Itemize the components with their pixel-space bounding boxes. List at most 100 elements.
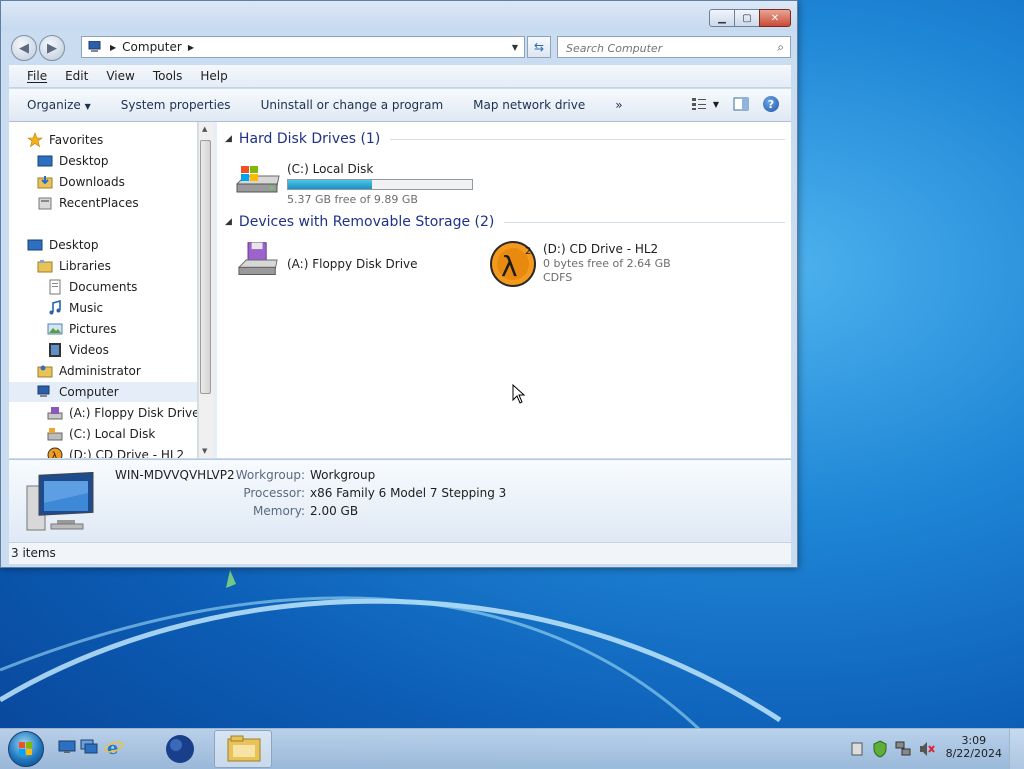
floppy-drive-icon — [238, 242, 278, 275]
nav-videos-label: Videos — [69, 343, 109, 357]
nav-local-disk-label: (C:) Local Disk — [69, 427, 156, 441]
nav-pictures[interactable]: Pictures — [47, 319, 117, 339]
forward-button[interactable]: ▶ — [39, 35, 65, 61]
clock-time: 3:09 — [961, 734, 987, 747]
network-icon[interactable] — [894, 740, 912, 758]
security-shield-icon[interactable] — [872, 740, 888, 758]
navigation-scrollbar[interactable]: ▲ ▼ — [198, 122, 213, 458]
system-properties-button[interactable]: System properties — [121, 98, 231, 112]
scroll-down-icon[interactable]: ▼ — [202, 447, 207, 455]
uninstall-program-button[interactable]: Uninstall or change a program — [261, 98, 444, 112]
search-input[interactable] — [564, 38, 768, 58]
more-commands-button[interactable]: » — [615, 98, 622, 112]
view-options-icon[interactable] — [691, 97, 707, 111]
nav-recent-places[interactable]: RecentPlaces — [37, 193, 139, 213]
menu-tools[interactable]: Tools — [153, 69, 183, 83]
drive-d-free-space: 0 bytes free of 2.64 GB — [543, 257, 671, 270]
nav-favorites[interactable]: Favorites — [27, 130, 103, 150]
nav-videos[interactable]: Videos — [47, 340, 109, 360]
group-header-hard-disks[interactable]: ◢ Hard Disk Drives (1) — [225, 131, 785, 147]
computer-icon — [37, 385, 50, 397]
taskbar: e 3:09 8/22/2024 — [0, 728, 1024, 769]
breadcrumb-computer[interactable]: Computer — [122, 40, 182, 54]
taskbar-explorer-button[interactable] — [214, 730, 272, 768]
navigation-pane: Favorites Desktop Downloads RecentPlaces… — [9, 122, 197, 458]
wallpaper-swoosh — [0, 570, 782, 732]
drive-tile-c[interactable]: (C:) Local Disk 5.37 GB free of 9.89 GB — [233, 158, 473, 206]
collapse-icon[interactable]: ◢ — [225, 134, 232, 144]
organize-button[interactable]: Organize ▼ — [27, 98, 91, 112]
internet-explorer-icon[interactable]: e — [104, 737, 124, 757]
drive-d-name: (D:) CD Drive - HL2 — [543, 242, 659, 256]
drive-tile-a[interactable]: (A:) Floppy Disk Drive — [233, 240, 418, 280]
system-clock[interactable]: 3:09 8/22/2024 — [946, 734, 1002, 760]
nav-favorites-label: Favorites — [49, 133, 104, 147]
collapse-icon[interactable]: ◢ — [225, 217, 232, 227]
maximize-button[interactable]: ▢ — [734, 9, 760, 27]
pictures-icon — [47, 323, 63, 335]
nav-music[interactable]: Music — [47, 298, 103, 318]
nav-documents[interactable]: Documents — [47, 277, 137, 297]
forward-arrow-icon: ▶ — [47, 40, 57, 56]
switch-windows-icon[interactable] — [80, 739, 98, 755]
explorer-folder-icon — [227, 735, 261, 762]
nav-documents-label: Documents — [69, 280, 138, 294]
refresh-icon: ⇆ — [533, 40, 545, 54]
content-pane: ◢ Hard Disk Drives (1) (C:) Local Disk 5… — [217, 122, 791, 458]
refresh-button[interactable]: ⇆ — [527, 36, 551, 58]
map-network-drive-button[interactable]: Map network drive — [473, 98, 585, 112]
workgroup-label: Workgroup: — [235, 468, 305, 482]
nav-floppy-drive[interactable]: (A:) Floppy Disk Drive — [47, 403, 197, 423]
nav-computer[interactable]: Computer — [9, 382, 197, 402]
start-button[interactable] — [8, 731, 44, 767]
computer-icon — [88, 41, 101, 52]
address-dropdown-icon[interactable]: ▼ — [512, 43, 518, 52]
nav-desktop-favorite[interactable]: Desktop — [37, 151, 109, 171]
help-icon[interactable]: ? — [763, 96, 779, 112]
nav-libraries[interactable]: Libraries — [37, 256, 111, 276]
nav-music-label: Music — [69, 301, 104, 315]
group-header-hard-disks-label: Hard Disk Drives (1) — [238, 131, 381, 147]
user-folder-icon — [37, 365, 53, 378]
search-box[interactable]: ⌕ — [557, 36, 791, 58]
close-button[interactable]: ✕ — [759, 9, 791, 27]
processor-label: Processor: — [243, 486, 305, 500]
nav-cd-drive[interactable]: λ (D:) CD Drive - HL2 — [47, 445, 184, 458]
drive-tile-d[interactable]: λ 2 (D:) CD Drive - HL2 0 bytes free of … — [487, 240, 671, 288]
nav-local-disk[interactable]: (C:) Local Disk — [47, 424, 155, 444]
back-button[interactable]: ◀ — [11, 35, 37, 61]
memory-label: Memory: — [253, 504, 305, 518]
music-icon — [49, 300, 61, 315]
view-dropdown-icon[interactable]: ▼ — [713, 100, 719, 109]
scrollbar-thumb[interactable] — [200, 140, 211, 394]
menu-file[interactable]: File — [27, 69, 47, 83]
documents-icon — [49, 279, 61, 295]
nav-downloads[interactable]: Downloads — [37, 172, 125, 192]
show-desktop-button[interactable] — [1009, 729, 1024, 769]
globe-app-icon[interactable] — [164, 733, 196, 765]
menu-bar: File Edit View Tools Help — [9, 65, 791, 88]
drive-c-free-space: 5.37 GB free of 9.89 GB — [287, 193, 418, 206]
notification-flag-icon[interactable] — [850, 741, 864, 757]
search-icon[interactable]: ⌕ — [777, 40, 784, 55]
scroll-up-icon[interactable]: ▲ — [202, 125, 207, 133]
explorer-window: ▁ ▢ ✕ ◀ ▶ ▶ Computer ▶ ▼ ⇆ ⌕ File Edit V… — [0, 0, 798, 568]
show-desktop-quicklaunch-icon[interactable] — [58, 739, 76, 755]
command-bar: Organize ▼ System properties Uninstall o… — [9, 89, 791, 122]
volume-muted-icon[interactable] — [918, 740, 936, 758]
breadcrumb-separator-icon[interactable]: ▶ — [110, 43, 116, 52]
nav-desktop[interactable]: Desktop — [27, 235, 99, 255]
breadcrumb-separator-icon[interactable]: ▶ — [188, 43, 194, 52]
windows-logo-icon — [19, 742, 32, 755]
floppy-drive-icon — [47, 407, 63, 420]
nav-administrator[interactable]: Administrator — [37, 361, 141, 381]
menu-edit[interactable]: Edit — [65, 69, 88, 83]
address-bar[interactable]: ▶ Computer ▶ ▼ — [81, 36, 525, 58]
preview-pane-icon[interactable] — [733, 97, 749, 111]
svg-text:2: 2 — [525, 246, 531, 257]
minimize-button[interactable]: ▁ — [709, 9, 735, 27]
menu-view[interactable]: View — [106, 69, 134, 83]
group-header-removable[interactable]: ◢ Devices with Removable Storage (2) — [225, 214, 785, 230]
menu-help[interactable]: Help — [200, 69, 227, 83]
nav-floppy-drive-label: (A:) Floppy Disk Drive — [69, 406, 197, 420]
